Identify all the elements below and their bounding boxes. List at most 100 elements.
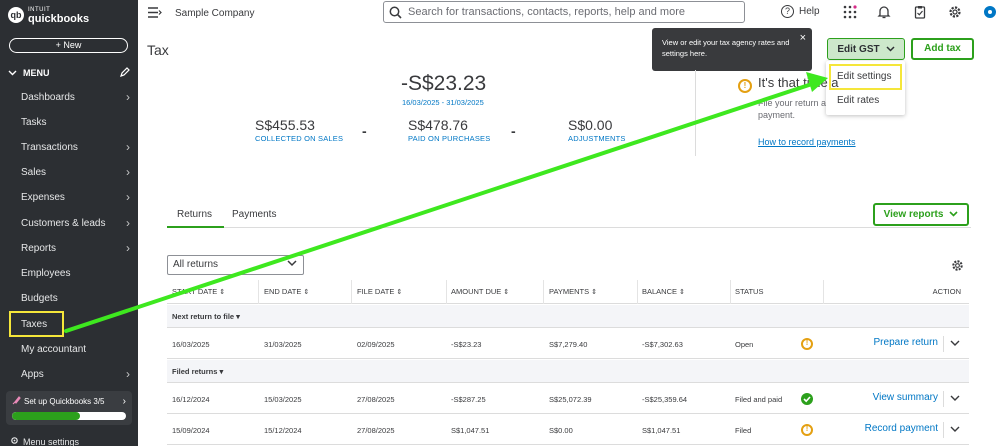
- bell-icon[interactable]: [877, 5, 891, 19]
- sort-icon: ⇕: [677, 289, 685, 296]
- caret-down-icon: ▾: [217, 367, 224, 376]
- column-header[interactable]: FILE DATE ⇕: [357, 287, 402, 296]
- menu-settings-link[interactable]: Menu settings: [10, 436, 79, 446]
- tab-payments[interactable]: Payments: [232, 209, 276, 220]
- quickbooks-logo[interactable]: qb INTUIT quickbooks: [8, 6, 89, 25]
- menu-label: MENU: [23, 68, 50, 78]
- table-header: START DATE ⇕ END DATE ⇕ FILE DATE ⇕ AMOUNT …: [167, 280, 969, 304]
- cell-payments: S$0.00: [549, 426, 573, 435]
- sidebar-item-label: Employees: [21, 267, 71, 279]
- edit-gst-label: Edit GST: [837, 43, 880, 55]
- sidebar-item-dashboards[interactable]: Dashboards ›: [0, 86, 138, 108]
- cell-start: 15/09/2024: [172, 426, 210, 435]
- help-button[interactable]: ? Help: [781, 5, 820, 18]
- tab-returns[interactable]: Returns: [177, 209, 212, 220]
- column-header[interactable]: END DATE ⇕: [264, 287, 309, 296]
- sidebar-item-employees[interactable]: Employees: [0, 262, 138, 284]
- row-action-link[interactable]: Record payment: [865, 423, 938, 434]
- sidebar-item-sales[interactable]: Sales ›: [0, 161, 138, 183]
- cell-balance: -S$25,359.64: [642, 395, 688, 404]
- sidebar-item-reports[interactable]: Reports ›: [0, 237, 138, 259]
- tax-period[interactable]: 16/03/2025 - 31/03/2025: [402, 98, 484, 107]
- sidebar-item-budgets[interactable]: Budgets: [0, 287, 138, 309]
- sidebar-item-transactions[interactable]: Transactions ›: [0, 136, 138, 158]
- sidebar-item-expenses[interactable]: Expenses ›: [0, 186, 138, 208]
- chevron-down-icon: [949, 209, 958, 220]
- view-reports-button[interactable]: View reports: [873, 203, 969, 226]
- column-separator: [637, 280, 638, 304]
- sidebar-item-apps[interactable]: Apps ›: [0, 363, 138, 385]
- hamburger-menu-icon[interactable]: [148, 6, 162, 21]
- table-settings-gear-icon[interactable]: [951, 259, 964, 275]
- adjustments-label[interactable]: ADJUSTMENTS: [568, 134, 626, 143]
- sort-icon: ⇕: [217, 289, 226, 296]
- how-to-record-payments-link[interactable]: How to record payments: [758, 137, 856, 147]
- cell-amount: S$1,047.51: [451, 426, 490, 435]
- edit-gst-button[interactable]: Edit GST: [827, 38, 905, 60]
- cell-end: 15/03/2025: [264, 395, 302, 404]
- sidebar-item-label: My accountant: [21, 343, 87, 355]
- clipboard-icon[interactable]: [913, 5, 927, 19]
- chevron-right-icon: ›: [122, 396, 126, 407]
- settings-gear-icon[interactable]: [948, 5, 962, 19]
- menu-header[interactable]: MENU: [8, 66, 130, 80]
- column-header[interactable]: START DATE ⇕: [172, 287, 225, 296]
- pencil-icon[interactable]: [120, 67, 130, 79]
- sidebar-item-label: Sales: [21, 166, 47, 178]
- sidebar-item-my-accountant[interactable]: My accountant: [0, 338, 138, 360]
- cell-status: Filed: [735, 426, 752, 435]
- edit-settings-highlight-box: [829, 64, 902, 90]
- sidebar-item-label: Customers & leads: [21, 217, 106, 229]
- group-row[interactable]: Filed returns ▾: [167, 360, 969, 383]
- group-label: Next return to file: [172, 312, 235, 321]
- row-action-link[interactable]: Prepare return: [874, 337, 938, 348]
- column-header[interactable]: PAYMENTS ⇕: [549, 287, 597, 296]
- column-header-label: BALANCE: [642, 287, 678, 296]
- column-separator: [730, 280, 731, 304]
- qb-logo-icon: qb: [8, 7, 24, 23]
- returns-filter-select[interactable]: All returns: [167, 255, 304, 275]
- chevron-down-icon[interactable]: [950, 393, 962, 405]
- collected-label[interactable]: COLLECTED ON SALES: [255, 134, 343, 143]
- chevron-down-icon: [8, 68, 17, 78]
- cell-start: 16/03/2025: [172, 340, 210, 349]
- close-icon[interactable]: ×: [800, 33, 806, 44]
- column-header-label: AMOUNT DUE: [451, 287, 502, 296]
- column-header-label: PAYMENTS: [549, 287, 590, 296]
- sidebar-item-tasks[interactable]: Tasks: [0, 111, 138, 133]
- cell-status: Open: [735, 340, 754, 349]
- row-action-link[interactable]: View summary: [873, 392, 938, 403]
- company-name[interactable]: Sample Company: [175, 8, 254, 19]
- column-header[interactable]: BALANCE ⇕: [642, 287, 685, 296]
- action-separator: [943, 391, 944, 407]
- sidebar-item-customers-leads[interactable]: Customers & leads ›: [0, 212, 138, 234]
- help-label: Help: [799, 6, 820, 17]
- due-title: It's that time a: [758, 75, 839, 90]
- paid-label[interactable]: PAID ON PURCHASES: [408, 134, 490, 143]
- sidebar-item-label: Dashboards: [21, 91, 75, 103]
- avatar[interactable]: [984, 6, 996, 18]
- sort-icon: ⇕: [501, 289, 510, 296]
- add-tax-button[interactable]: Add tax: [911, 38, 974, 60]
- column-header[interactable]: ACTION: [933, 287, 961, 296]
- search-input[interactable]: [408, 6, 738, 18]
- new-button[interactable]: + New: [9, 38, 128, 53]
- chevron-down-icon: [886, 44, 895, 55]
- chevron-right-icon: ›: [126, 140, 130, 154]
- paid-value: S$478.76: [408, 117, 468, 133]
- apps-grid-icon[interactable]: [843, 5, 857, 19]
- chevron-down-icon[interactable]: [950, 424, 962, 436]
- sort-icon: ⇕: [394, 289, 403, 296]
- chevron-down-icon[interactable]: [950, 338, 962, 350]
- setup-progress-card[interactable]: Set up Quickbooks 3/5 ›: [6, 391, 132, 425]
- rocket-icon: [12, 396, 21, 407]
- column-header[interactable]: STATUS: [735, 287, 763, 296]
- cell-balance: S$1,047.51: [642, 426, 681, 435]
- active-tab-indicator: [167, 226, 224, 228]
- cell-file: 27/08/2025: [357, 395, 395, 404]
- search-bar[interactable]: [383, 1, 745, 23]
- column-header[interactable]: AMOUNT DUE ⇕: [451, 287, 509, 296]
- group-row[interactable]: Next return to file ▾: [167, 305, 969, 328]
- net-tax-amount: -S$23.23: [401, 72, 487, 95]
- menu-settings-label: Menu settings: [23, 436, 80, 446]
